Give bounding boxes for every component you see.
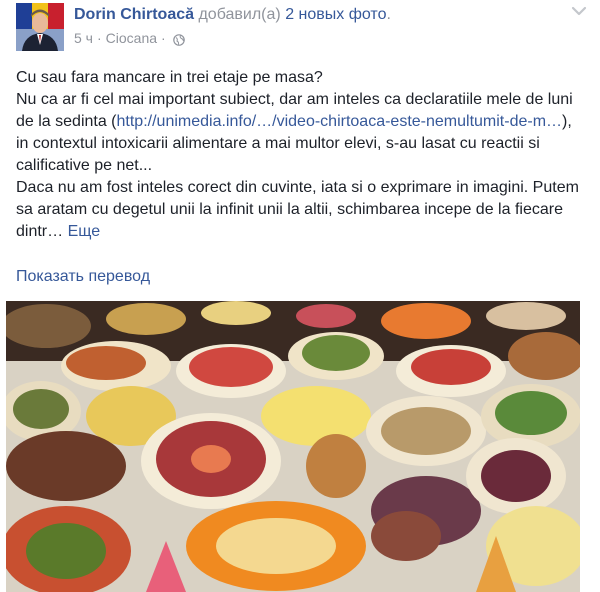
- post-header: Dorin Chirtoacă добавил(а) 2 новых фото.: [74, 5, 391, 25]
- show-translation-link[interactable]: Показать перевод: [16, 267, 150, 287]
- post-line-4: Daca nu am fost inteles corect din cuvin…: [16, 179, 579, 240]
- new-photos-link[interactable]: 2 новых фото: [285, 6, 386, 23]
- author-avatar[interactable]: [16, 3, 64, 51]
- post-message: Cu sau fara mancare in trei etaje pe mas…: [16, 67, 586, 243]
- post-line-1: Cu sau fara mancare in trei etaje pe mas…: [16, 69, 323, 86]
- post-paragraph-2: Nu ca ar fi cel mai important subiect, d…: [16, 89, 586, 177]
- post-meta: 5 ч · Ciocana ·: [74, 29, 185, 50]
- header-period: .: [386, 6, 391, 23]
- post-time-link[interactable]: 5 ч: [74, 30, 93, 46]
- food-table-photo[interactable]: [6, 301, 580, 592]
- globe-icon[interactable]: [172, 32, 185, 50]
- action-text: добавил(а): [198, 6, 281, 23]
- feed-post: Dorin Chirtoacă добавил(а) 2 новых фото.…: [0, 0, 600, 592]
- see-more-link[interactable]: Еще: [68, 223, 101, 240]
- location-link[interactable]: Ciocana: [106, 30, 157, 46]
- meta-separator-2: ·: [161, 30, 166, 46]
- chevron-down-icon[interactable]: [570, 4, 588, 18]
- article-link[interactable]: http://unimedia.info/…/video-chirtoaca-e…: [117, 113, 563, 130]
- meta-separator: ·: [96, 30, 102, 46]
- author-name-link[interactable]: Dorin Chirtoacă: [74, 6, 194, 23]
- post-paragraph-3: Daca nu am fost inteles corect din cuvin…: [16, 177, 586, 243]
